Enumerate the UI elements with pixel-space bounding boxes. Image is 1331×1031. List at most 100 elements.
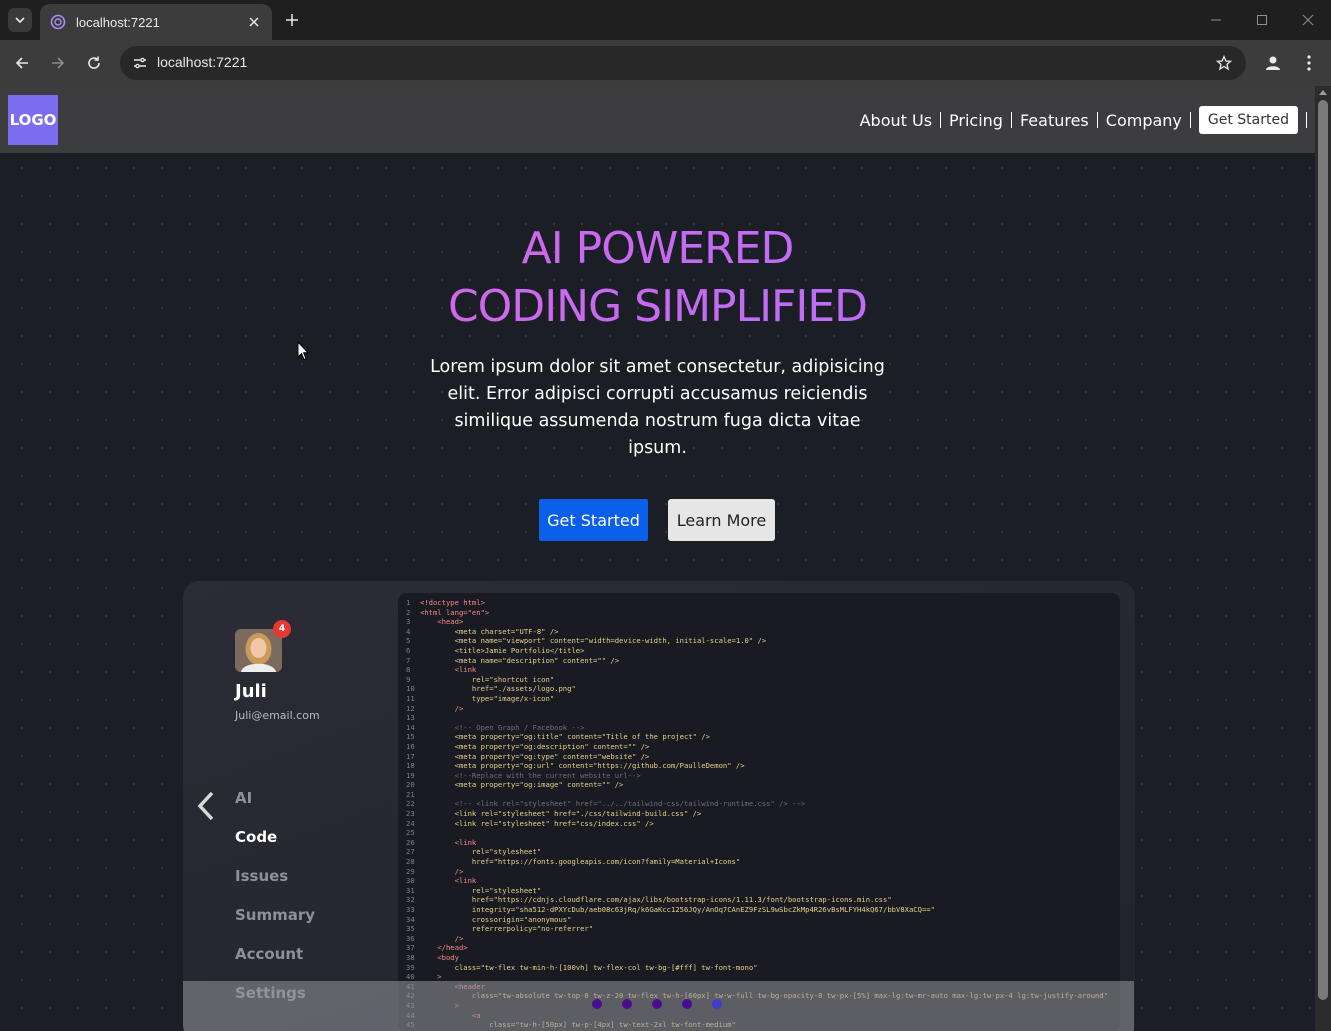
tab-search-button[interactable] <box>8 8 32 32</box>
code-text: <!-- <link rel="stylesheet" href="../../… <box>420 799 806 809</box>
line-number: 30 <box>406 876 415 886</box>
carousel-dot[interactable] <box>652 999 662 1009</box>
mouse-cursor-icon <box>297 341 309 361</box>
line-number: 15 <box>406 732 415 742</box>
main-nav: About Us Pricing Features Company Get St… <box>852 105 1307 135</box>
code-text: <link <box>420 837 477 847</box>
new-tab-icon[interactable] <box>282 10 302 30</box>
code-text: <meta property="og:title" content="Title… <box>420 732 710 742</box>
browser-tab[interactable]: localhost:7221 <box>40 4 272 40</box>
line-number: 14 <box>406 722 415 732</box>
carousel-dots <box>592 999 722 1009</box>
code-line: 13 <box>406 713 1120 723</box>
site-header: LOGO About Us Pricing Features Company G… <box>0 86 1315 153</box>
close-tab-icon[interactable] <box>246 14 262 30</box>
code-line: 27 rel="stylesheet" <box>406 847 1120 857</box>
nav-pricing[interactable]: Pricing <box>941 111 1011 130</box>
page-scrollbar[interactable] <box>1315 86 1331 1031</box>
carousel-dot[interactable] <box>592 999 602 1009</box>
carousel-dot[interactable] <box>682 999 692 1009</box>
site-logo[interactable]: LOGO <box>8 95 58 145</box>
hero-description: Lorem ipsum dolor sit amet consectetur, … <box>430 357 885 458</box>
code-line: 36 /> <box>406 934 1120 944</box>
line-number: 6 <box>406 645 411 655</box>
code-line: 29 /> <box>406 867 1120 877</box>
code-text: <meta property="og:description" content=… <box>420 741 650 751</box>
nav-company[interactable]: Company <box>1098 111 1190 130</box>
code-text: <meta name="description" content="" /> <box>420 655 620 665</box>
hero-get-started-button[interactable]: Get Started <box>539 499 648 541</box>
address-bar[interactable]: localhost:7221 <box>120 46 1246 80</box>
carousel-dot[interactable] <box>622 999 632 1009</box>
code-text: <body <box>420 952 459 962</box>
side-menu-item-account[interactable]: Account <box>235 945 315 984</box>
code-line: 32 href="https://cdnjs.cloudflare.com/aj… <box>406 895 1120 905</box>
code-line: 38 <body <box>406 953 1120 963</box>
code-line: 7 <meta name="description" content="" /> <box>406 656 1120 666</box>
code-text: <meta charset="UTF-8" /> <box>420 626 559 636</box>
reload-icon[interactable] <box>82 51 106 75</box>
side-menu-item-code[interactable]: Code <box>235 828 315 867</box>
code-text: <meta name="viewport" content="width=dev… <box>420 636 767 646</box>
line-number: 38 <box>406 952 415 962</box>
line-number: 32 <box>406 895 415 905</box>
code-line: 21 <box>406 790 1120 800</box>
nav-divider <box>1189 112 1191 128</box>
user-name: Juli <box>235 681 267 702</box>
code-text: href="https://cdnjs.cloudflare.com/ajax/… <box>420 895 892 905</box>
back-icon[interactable] <box>10 51 34 75</box>
hero-title-line-2: CODING SIMPLIFIED <box>0 278 1315 336</box>
carousel-dot[interactable] <box>712 999 722 1009</box>
line-number: 12 <box>406 703 415 713</box>
header-get-started-button[interactable]: Get Started <box>1198 106 1298 134</box>
minimize-icon[interactable] <box>1206 10 1226 30</box>
forward-icon[interactable] <box>46 51 70 75</box>
nav-about-us[interactable]: About Us <box>852 111 940 130</box>
code-text: <head> <box>420 617 464 627</box>
code-text: href="./assets/logo.png" <box>420 684 576 694</box>
line-number: 18 <box>406 761 415 771</box>
profile-icon[interactable] <box>1261 51 1285 75</box>
bookmark-star-icon[interactable] <box>1214 53 1234 73</box>
line-number: 2 <box>406 607 411 617</box>
code-line: 25 <box>406 828 1120 838</box>
code-text: <link <box>420 665 477 675</box>
side-menu-item-issues[interactable]: Issues <box>235 867 315 906</box>
scrollbar-thumb[interactable] <box>1318 100 1328 1000</box>
chevron-down-icon <box>15 17 25 24</box>
scroll-up-arrow-icon[interactable] <box>1319 90 1327 95</box>
nav-features[interactable]: Features <box>1012 111 1097 130</box>
code-text: type="image/x-icon" <box>420 693 555 703</box>
code-line: 10 href="./assets/logo.png" <box>406 684 1120 694</box>
code-text: rel="stylesheet" <box>420 847 542 857</box>
line-number: 25 <box>406 828 415 838</box>
line-number: 28 <box>406 857 415 867</box>
side-menu-item-summary[interactable]: Summary <box>235 906 315 945</box>
code-line: 20 <meta property="og:image" content="" … <box>406 780 1120 790</box>
line-number: 26 <box>406 837 415 847</box>
line-number: 27 <box>406 847 415 857</box>
carousel-prev-button[interactable] <box>191 789 221 823</box>
code-line: 18 <meta property="og:url" content="http… <box>406 761 1120 771</box>
browser-menu-icon[interactable] <box>1299 51 1319 75</box>
page-viewport: LOGO About Us Pricing Features Company G… <box>0 86 1315 1031</box>
code-text: /> <box>420 703 464 713</box>
side-menu-item-ai[interactable]: AI <box>235 789 315 828</box>
line-number: 35 <box>406 924 415 934</box>
code-text: crossorigin="anonymous" <box>420 914 572 924</box>
hero-learn-more-button[interactable]: Learn More <box>668 499 775 541</box>
code-editor-panel: 1 <!doctype html> 2 <html lang="en"> 3 <head… <box>398 593 1120 1031</box>
url-text[interactable]: localhost:7221 <box>157 54 247 70</box>
line-number: 17 <box>406 751 415 761</box>
code-line: 34 crossorigin="anonymous" <box>406 915 1120 925</box>
maximize-icon[interactable] <box>1252 10 1272 30</box>
code-line: 35 referrerpolicy="no-referrer" <box>406 924 1120 934</box>
close-window-icon[interactable] <box>1298 10 1318 30</box>
user-email: Juli@email.com <box>235 709 320 722</box>
code-text: <!-- Open Graph / Facebook --> <box>420 722 585 732</box>
code-text: <meta property="og:url" content="https:/… <box>420 761 745 771</box>
code-line: 5 <meta name="viewport" content="width=d… <box>406 636 1120 646</box>
line-number: 31 <box>406 885 415 895</box>
line-number: 8 <box>406 665 411 675</box>
site-info-icon[interactable] <box>128 51 152 75</box>
